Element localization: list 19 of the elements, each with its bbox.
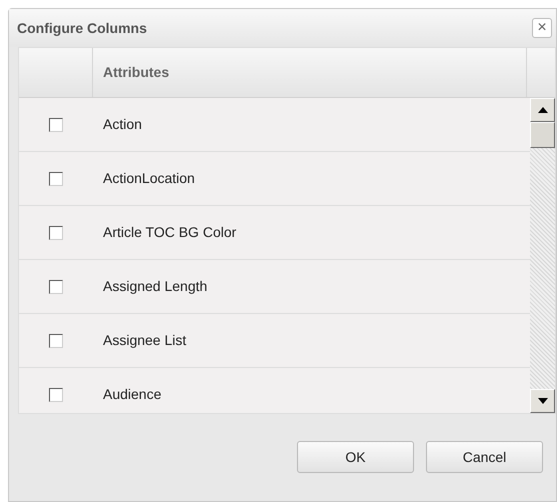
ok-button[interactable]: OK [297, 441, 414, 473]
checkbox[interactable] [49, 388, 63, 402]
scrollbar[interactable] [530, 98, 555, 413]
column-header: Attributes [93, 48, 527, 97]
close-button[interactable]: × [532, 18, 552, 38]
attribute-name: Assignee List [102, 331, 186, 350]
checkbox[interactable] [49, 280, 63, 294]
checkbox[interactable] [49, 226, 63, 240]
checkbox[interactable] [49, 118, 63, 132]
window-title: Configure Columns [17, 18, 147, 38]
checkbox[interactable] [49, 172, 63, 186]
cancel-button[interactable]: Cancel [426, 441, 543, 473]
checkbox[interactable] [49, 334, 63, 348]
attribute-name: ActionLocation [102, 169, 195, 188]
attribute-name: Audience [102, 385, 162, 404]
scroll-thumb[interactable] [530, 122, 555, 148]
attribute-name: Assigned Length [102, 277, 208, 296]
attribute-name: Action [102, 115, 142, 134]
attribute-name: Article TOC BG Color [102, 223, 236, 242]
